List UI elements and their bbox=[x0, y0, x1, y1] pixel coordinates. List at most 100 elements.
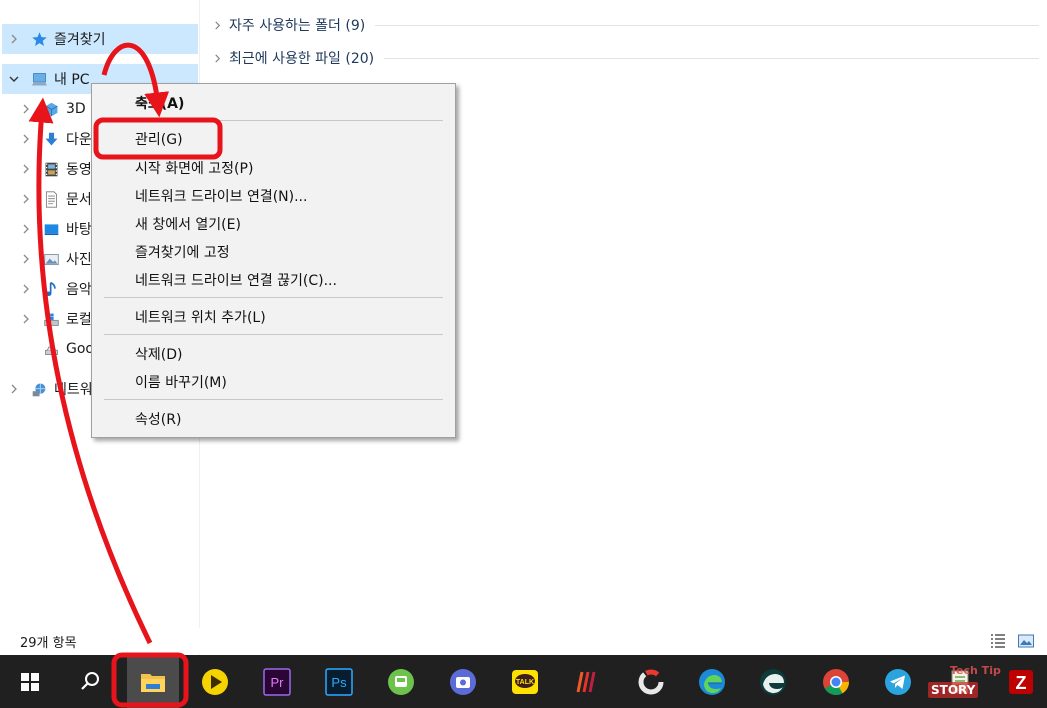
menu-item-label: 즐겨찾기에 고정 bbox=[135, 245, 230, 261]
start-button[interactable] bbox=[4, 655, 56, 708]
nav-label: 3D bbox=[66, 101, 86, 117]
picture-icon bbox=[42, 250, 60, 268]
nav-item-quick-access[interactable]: 즐겨찾기 bbox=[2, 24, 198, 54]
taskbar: Pr Ps TALK Z bbox=[0, 655, 1047, 708]
group-frequent-folders[interactable]: 자주 사용하는 폴더 (9) bbox=[213, 12, 1039, 38]
loading-app-icon bbox=[638, 669, 664, 694]
menu-item-pin-to-start[interactable]: 시작 화면에 고정(P) bbox=[95, 155, 452, 181]
film-icon bbox=[42, 160, 60, 178]
taskbar-edge[interactable] bbox=[686, 655, 738, 708]
large-icons-view-icon[interactable] bbox=[1017, 632, 1035, 650]
premiere-pro-icon: Pr bbox=[263, 667, 291, 696]
edge-icon bbox=[699, 668, 725, 695]
menu-item-open-in-new-window[interactable]: 새 창에서 열기(E) bbox=[95, 211, 452, 237]
cube-icon bbox=[42, 100, 60, 118]
desktop-icon bbox=[42, 220, 60, 238]
bus-app-icon bbox=[388, 668, 414, 695]
nav-label: 바탕 bbox=[66, 222, 92, 238]
chevron-empty bbox=[20, 343, 32, 355]
menu-item-map-network-drive[interactable]: 네트워크 드라이브 연결(N)... bbox=[95, 183, 452, 209]
taskbar-music-app[interactable] bbox=[561, 655, 613, 708]
group-header-label: 자주 사용하는 폴더 (9) bbox=[229, 18, 366, 34]
menu-item-add-network-location[interactable]: 네트워크 위치 추가(L) bbox=[95, 304, 452, 330]
group-recent-files[interactable]: 최근에 사용한 파일 (20) bbox=[213, 45, 1039, 71]
menu-item-rename[interactable]: 이름 바꾸기(M) bbox=[95, 369, 452, 395]
photoshop-icon: Ps bbox=[325, 667, 353, 696]
taskbar-edge-dev[interactable] bbox=[747, 655, 799, 708]
status-bar: 29개 항목 bbox=[0, 628, 1047, 654]
nav-label: 문서 bbox=[66, 192, 92, 208]
taskbar-telegram[interactable] bbox=[872, 655, 924, 708]
context-menu: 축소(A) 관리(G) 시작 화면에 고정(P) 네트워크 드라이브 연결(N)… bbox=[91, 83, 456, 438]
chevron-right-icon[interactable] bbox=[20, 193, 32, 205]
group-header-label: 최근에 사용한 파일 (20) bbox=[229, 51, 375, 67]
network-icon bbox=[30, 380, 48, 398]
taskbar-filezilla[interactable]: Z bbox=[995, 655, 1047, 708]
menu-item-label: 네트워크 드라이브 연결(N)... bbox=[135, 189, 308, 205]
menu-item-disconnect-network-drive[interactable]: 네트워크 드라이브 연결 끊기(C)... bbox=[95, 267, 452, 293]
nav-label: 즐겨찾기 bbox=[54, 32, 106, 48]
taskbar-premiere-pro[interactable]: Pr bbox=[251, 655, 303, 708]
menu-item-label: 네트워크 위치 추가(L) bbox=[135, 310, 266, 326]
chevron-down-icon[interactable] bbox=[8, 73, 20, 85]
nav-label: 음악 bbox=[66, 282, 92, 298]
nav-label: 다운 bbox=[66, 132, 92, 148]
taskbar-bus-app[interactable] bbox=[375, 655, 427, 708]
menu-item-pin-to-quick-access[interactable]: 즐겨찾기에 고정 bbox=[95, 239, 452, 265]
computer-icon bbox=[30, 70, 48, 88]
camera-app-icon bbox=[450, 668, 476, 695]
taskbar-media-player[interactable] bbox=[189, 655, 241, 708]
media-player-icon bbox=[202, 668, 228, 695]
details-view-icon[interactable] bbox=[989, 632, 1007, 650]
menu-item-label: 네트워크 드라이브 연결 끊기(C)... bbox=[135, 273, 337, 289]
taskbar-file-explorer[interactable] bbox=[127, 655, 179, 708]
divider bbox=[375, 24, 1039, 26]
document-icon bbox=[42, 190, 60, 208]
svg-text:Z: Z bbox=[1016, 673, 1027, 693]
chevron-right-icon[interactable] bbox=[213, 21, 225, 30]
edge-dev-icon bbox=[760, 668, 786, 695]
chevron-right-icon[interactable] bbox=[213, 54, 225, 63]
nav-label: 네트워 bbox=[54, 382, 93, 398]
menu-item-collapse[interactable]: 축소(A) bbox=[95, 90, 452, 116]
chevron-right-icon[interactable] bbox=[8, 383, 20, 395]
nav-label: 로컬 bbox=[66, 312, 92, 328]
chevron-right-icon[interactable] bbox=[20, 283, 32, 295]
chevron-right-icon[interactable] bbox=[20, 163, 32, 175]
windows-drive-icon bbox=[42, 310, 60, 328]
search-icon bbox=[81, 671, 99, 690]
taskbar-photoshop[interactable]: Ps bbox=[313, 655, 365, 708]
taskbar-camera-app[interactable] bbox=[437, 655, 489, 708]
menu-item-label: 시작 화면에 고정(P) bbox=[135, 161, 254, 177]
menu-item-label: 속성(R) bbox=[135, 412, 182, 428]
chevron-right-icon[interactable] bbox=[20, 223, 32, 235]
menu-separator bbox=[104, 120, 443, 121]
menu-item-properties[interactable]: 속성(R) bbox=[95, 406, 452, 432]
menu-item-delete[interactable]: 삭제(D) bbox=[95, 341, 452, 367]
taskbar-chrome[interactable] bbox=[810, 655, 862, 708]
menu-item-label: 삭제(D) bbox=[135, 347, 183, 363]
menu-item-label: 축소(A) bbox=[135, 96, 185, 112]
svg-text:Pr: Pr bbox=[271, 675, 285, 690]
kakaotalk-icon: TALK bbox=[512, 669, 538, 694]
nav-label: Goo bbox=[66, 341, 94, 357]
svg-text:TALK: TALK bbox=[516, 679, 534, 686]
search-button[interactable] bbox=[64, 655, 116, 708]
menu-separator bbox=[104, 399, 443, 400]
chrome-icon bbox=[823, 668, 849, 695]
file-explorer-icon bbox=[141, 673, 165, 692]
taskbar-loading-app[interactable] bbox=[625, 655, 677, 708]
chevron-right-icon[interactable] bbox=[20, 253, 32, 265]
svg-text:Ps: Ps bbox=[331, 675, 347, 690]
taskbar-notepad[interactable] bbox=[934, 655, 986, 708]
chevron-right-icon[interactable] bbox=[8, 33, 20, 45]
chevron-right-icon[interactable] bbox=[20, 133, 32, 145]
menu-item-manage[interactable]: 관리(G) bbox=[95, 126, 452, 152]
taskbar-kakaotalk[interactable]: TALK bbox=[499, 655, 551, 708]
divider bbox=[384, 57, 1039, 59]
windows-logo-icon bbox=[21, 672, 39, 691]
nav-label: 사진 bbox=[66, 252, 92, 268]
chevron-right-icon[interactable] bbox=[20, 313, 32, 325]
menu-item-label: 이름 바꾸기(M) bbox=[135, 375, 227, 391]
chevron-right-icon[interactable] bbox=[20, 103, 32, 115]
